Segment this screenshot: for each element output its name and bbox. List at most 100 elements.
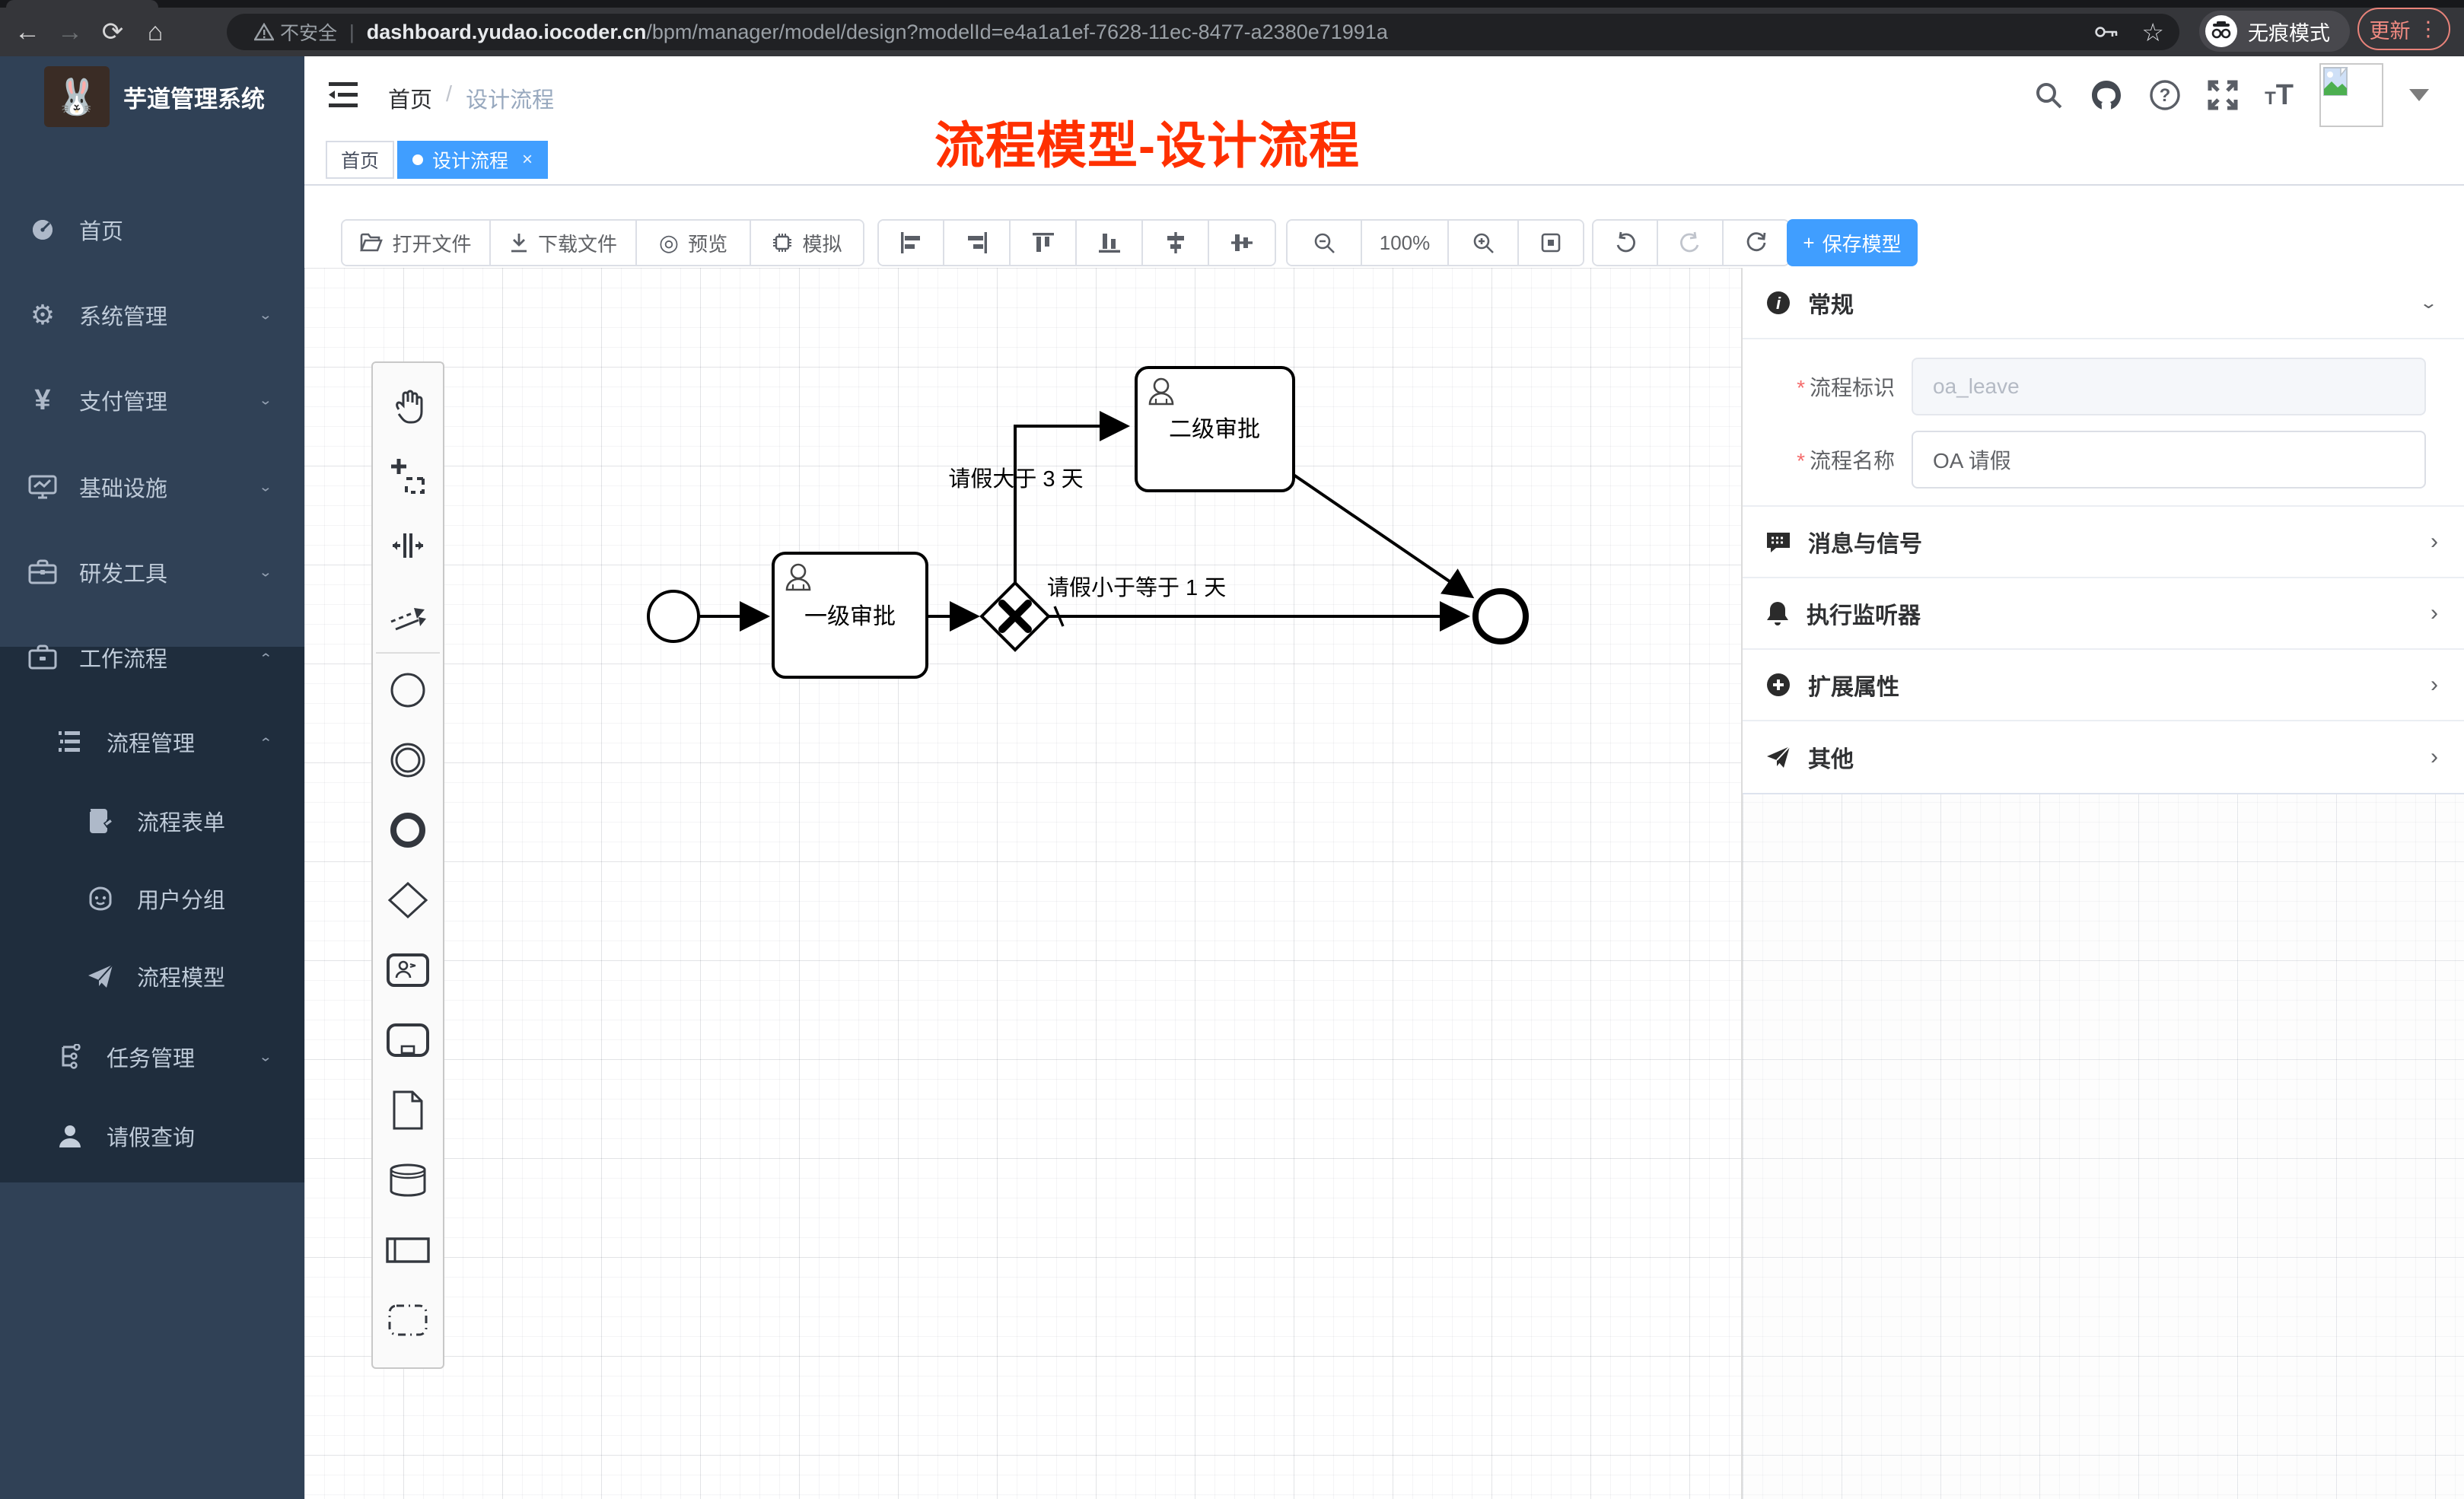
section-execution-listener[interactable]: 执行监听器 › <box>1743 578 2464 650</box>
incognito-badge: 无痕模式 <box>2199 11 2350 52</box>
breadcrumb-root[interactable]: 首页 <box>388 82 432 114</box>
help-icon[interactable]: ? <box>2149 79 2181 111</box>
zoom-in-icon <box>1472 231 1495 254</box>
align-bottom-button[interactable] <box>1077 221 1143 265</box>
font-size-icon[interactable]: TT <box>2265 79 2294 112</box>
save-model-button[interactable]: + 保存模型 <box>1787 219 1918 266</box>
home-icon[interactable]: ⌂ <box>140 18 170 47</box>
yen-icon: ¥ <box>27 384 58 417</box>
github-icon[interactable] <box>2090 78 2123 112</box>
forward-icon[interactable]: → <box>55 18 85 47</box>
download-icon <box>509 232 529 253</box>
sidebar-item-user-group[interactable]: 用户分组 <box>0 861 304 936</box>
refresh-icon <box>1745 231 1768 254</box>
user-task-level1[interactable]: 一级审批 <box>773 553 927 677</box>
browser-update-button[interactable]: 更新 ⋮ <box>2357 8 2450 50</box>
simulate-button[interactable]: 模拟 <box>751 221 863 265</box>
sidebar-item-process-model[interactable]: 流程模型 <box>0 939 304 1014</box>
sidebar-item-infra[interactable]: 基础设施 ⌄ <box>0 449 304 525</box>
sidebar-item-label: 用户分组 <box>137 883 225 915</box>
chevron-down-icon: ⌄ <box>259 393 272 409</box>
tab-close-icon[interactable]: × <box>522 149 533 170</box>
align-top-button[interactable] <box>1011 221 1077 265</box>
sidebar-item-devtools[interactable]: 研发工具 ⌄ <box>0 534 304 610</box>
browser-active-tab[interactable] <box>6 0 158 8</box>
section-other[interactable]: 其他 › <box>1743 721 2464 793</box>
security-label: 不安全 <box>280 18 337 46</box>
section-title: 执行监听器 <box>1807 597 1921 630</box>
open-file-button[interactable]: 打开文件 <box>342 221 491 265</box>
sidebar-collapse-icon[interactable] <box>326 78 361 113</box>
restart-button[interactable] <box>1724 221 1788 265</box>
undo-button[interactable] <box>1593 221 1658 265</box>
fullscreen-icon[interactable] <box>2207 79 2239 111</box>
tab-label: 首页 <box>341 146 379 173</box>
general-fields: *流程标识 *流程名称 <box>1743 339 2464 507</box>
briefcase-icon <box>27 644 58 670</box>
browser-menu-dots-icon[interactable]: ⋮ <box>2418 18 2439 41</box>
chevron-up-icon: ⌄ <box>259 650 272 666</box>
button-label: 预览 <box>688 229 727 257</box>
section-extended-attrs[interactable]: 扩展属性 › <box>1743 650 2464 721</box>
reload-icon[interactable]: ⟳ <box>97 17 128 47</box>
search-icon[interactable] <box>2033 80 2064 110</box>
password-key-icon[interactable] <box>2094 23 2120 41</box>
person-icon <box>55 1123 85 1149</box>
download-file-button[interactable]: 下载文件 <box>491 221 637 265</box>
flow-label-le1[interactable]: 请假小于等于 1 天 <box>1047 575 1226 600</box>
start-event[interactable] <box>648 591 699 641</box>
bookmark-star-icon[interactable]: ☆ <box>2141 18 2164 47</box>
sidebar-item-home[interactable]: 首页 <box>0 192 304 268</box>
field-label: 流程标识 <box>1810 376 1895 399</box>
undo-icon <box>1614 231 1637 254</box>
sidebar-item-payment[interactable]: ¥ 支付管理 ⌄ <box>0 362 304 438</box>
zoom-reset-button[interactable] <box>1519 221 1583 265</box>
sidebar-item-process-mgmt[interactable]: 流程管理 ⌄ <box>0 705 304 779</box>
sidebar-item-task-mgmt[interactable]: 任务管理 ⌄ <box>0 1020 304 1094</box>
section-message-signal[interactable]: 消息与信号 › <box>1743 507 2464 578</box>
user-task-level2[interactable]: 二级审批 <box>1136 368 1294 491</box>
chevron-down-icon: ⌄ <box>259 565 272 581</box>
tab-home[interactable]: 首页 <box>326 141 394 179</box>
sidebar-item-process-form[interactable]: 流程表单 <box>0 784 304 858</box>
user-menu-caret-icon[interactable] <box>2409 89 2429 101</box>
bell-icon <box>1765 600 1790 626</box>
preview-button[interactable]: ◎ 预览 <box>637 221 751 265</box>
plus-icon: + <box>1803 231 1814 255</box>
section-general[interactable]: i 常规 ⌄ <box>1743 268 2464 339</box>
flow-task2-to-end[interactable] <box>1294 475 1472 597</box>
address-bar[interactable]: 不安全 | dashboard.yudao.iocoder.cn/bpm/man… <box>227 14 2179 50</box>
align-right-button[interactable] <box>944 221 1011 265</box>
sidebar-item-label: 流程模型 <box>137 960 225 992</box>
form-icon <box>85 808 116 834</box>
sidebar-item-label: 请假查询 <box>107 1120 195 1152</box>
process-name-input[interactable] <box>1912 431 2426 489</box>
align-middle-button[interactable] <box>1209 221 1275 265</box>
button-label: 打开文件 <box>392 229 471 257</box>
end-event[interactable] <box>1476 591 1526 641</box>
tags-view-bar: 首页 设计流程 × <box>304 134 2464 186</box>
align-left-button[interactable] <box>879 221 944 265</box>
sidebar-item-label: 任务管理 <box>107 1041 195 1073</box>
exclusive-gateway[interactable] <box>982 583 1049 650</box>
zoom-in-button[interactable] <box>1449 221 1519 265</box>
folder-open-icon <box>360 233 383 253</box>
task-tree-icon <box>55 1044 85 1070</box>
process-key-input[interactable] <box>1912 358 2426 415</box>
sidebar-item-workflow[interactable]: 工作流程 ⌄ <box>0 619 304 695</box>
app-logo-row[interactable]: 🐰 芋道管理系统 <box>0 62 304 131</box>
zoom-out-button[interactable] <box>1288 221 1362 265</box>
flow-gateway-to-task2[interactable] <box>1015 426 1127 583</box>
security-status[interactable]: 不安全 <box>254 18 337 46</box>
sidebar-item-label: 支付管理 <box>79 384 167 416</box>
sidebar-item-leave-query[interactable]: 请假查询 <box>0 1099 304 1173</box>
sidebar-item-system[interactable]: ⚙ 系统管理 ⌄ <box>0 277 304 353</box>
align-center-button[interactable] <box>1143 221 1209 265</box>
tab-design-process[interactable]: 设计流程 × <box>397 141 548 179</box>
avatar[interactable] <box>2319 63 2383 127</box>
info-icon: i <box>1765 290 1791 316</box>
properties-panel: i 常规 ⌄ *流程标识 *流程名称 消息与信号 › <box>1741 268 2464 1499</box>
redo-button[interactable] <box>1658 221 1724 265</box>
flow-label-gt3[interactable]: 请假大于 3 天 <box>948 466 1083 492</box>
back-icon[interactable]: ← <box>12 18 43 47</box>
